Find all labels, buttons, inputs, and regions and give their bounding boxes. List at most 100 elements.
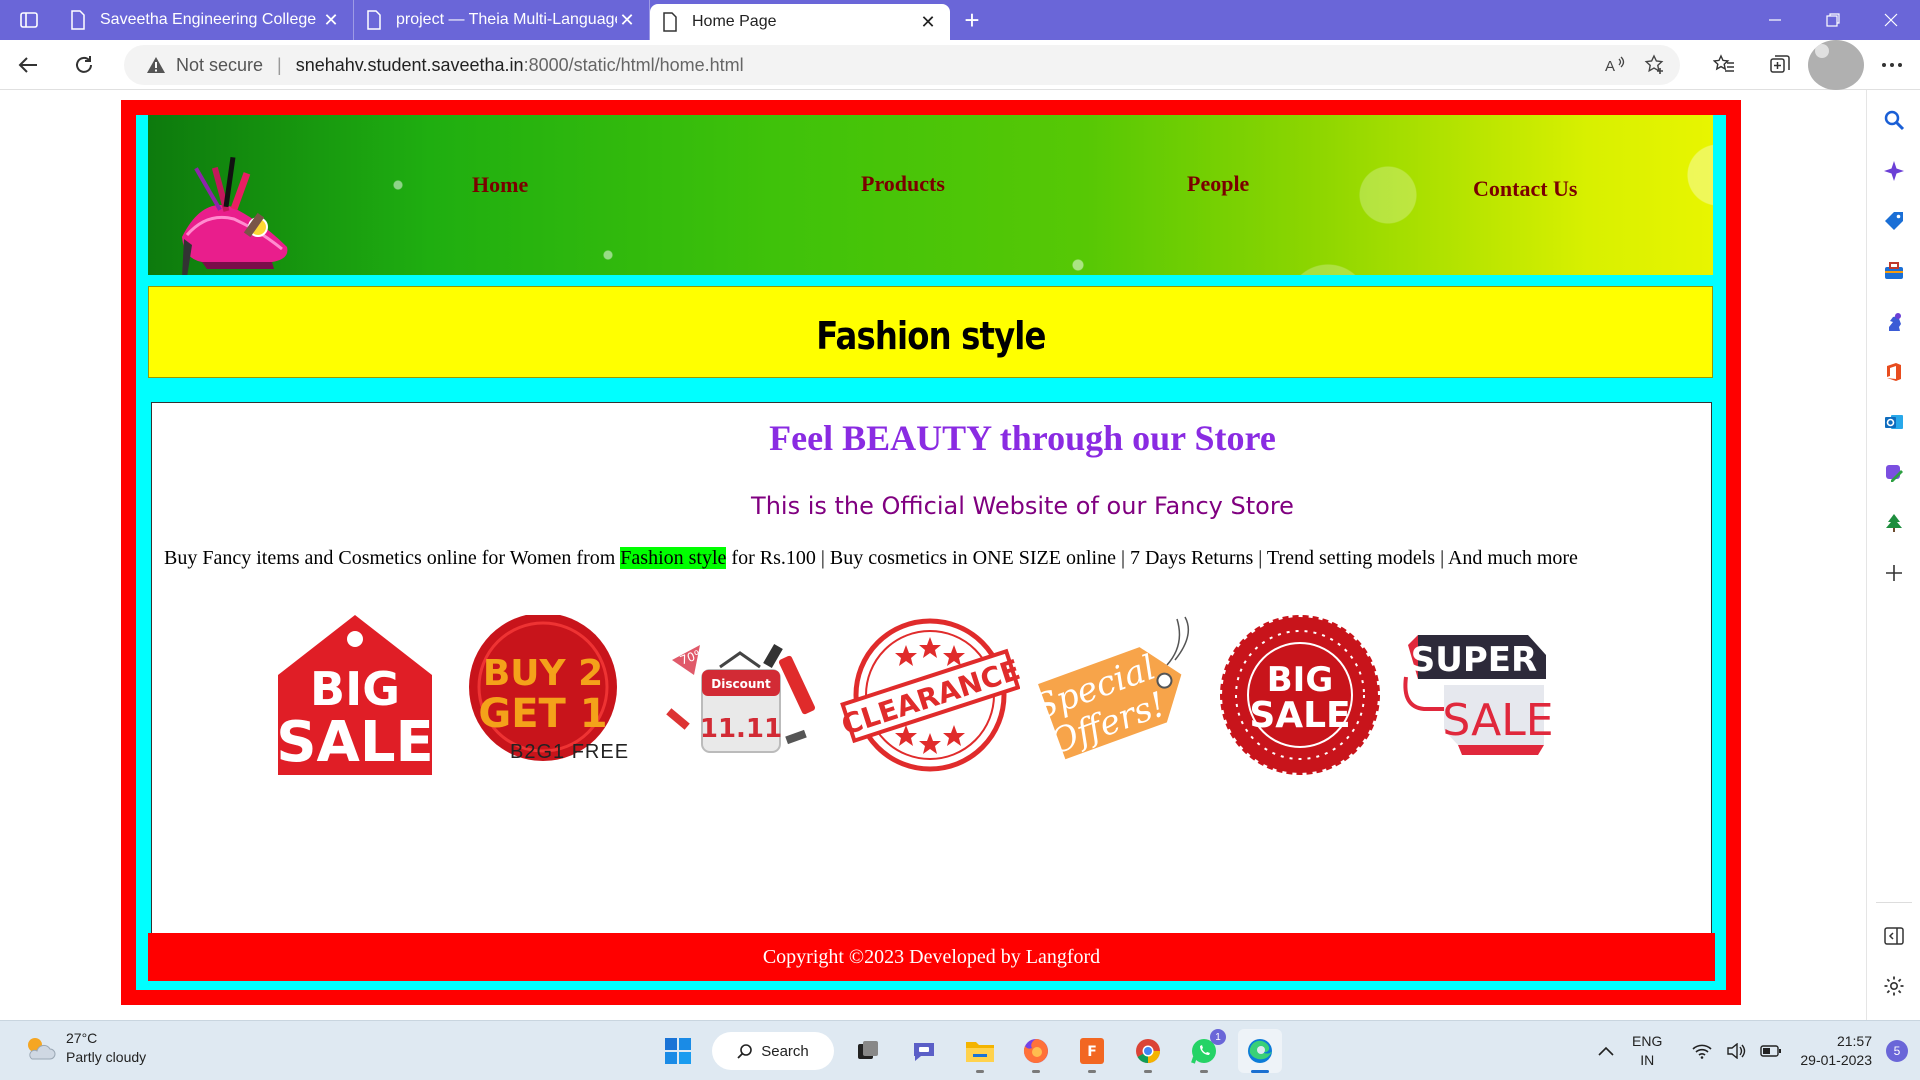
high-heel-logo	[182, 156, 288, 275]
notification-badge[interactable]: 5	[1886, 1040, 1908, 1062]
restore-button[interactable]	[1804, 0, 1862, 40]
language-indicator[interactable]: ENG IN	[1632, 1032, 1662, 1070]
sidebar-add-button[interactable]	[1876, 557, 1912, 589]
close-window-button[interactable]	[1862, 0, 1920, 40]
running-indicator	[976, 1070, 984, 1073]
site-header: Home Products People Contact Us	[148, 115, 1713, 275]
toolbar-buttons	[1696, 40, 1920, 90]
chevron-up-icon[interactable]	[1598, 1046, 1614, 1056]
back-button[interactable]	[0, 40, 56, 90]
sidebar-copilot-button[interactable]	[1876, 154, 1912, 186]
sidebar-search-button[interactable]	[1876, 104, 1912, 136]
refresh-button[interactable]	[56, 40, 112, 90]
start-button[interactable]	[656, 1029, 700, 1073]
tab-saveetha[interactable]: Saveetha Engineering College ✕	[58, 0, 354, 40]
nav-home-link[interactable]: Home	[472, 172, 528, 198]
windows-taskbar: 27°C Partly cloudy Search F 1 ENG IN 21:…	[0, 1020, 1920, 1080]
whatsapp-button[interactable]: 1	[1182, 1029, 1226, 1073]
settings-more-button[interactable]	[1864, 40, 1920, 90]
security-label[interactable]: Not secure	[176, 55, 263, 76]
close-icon	[1884, 13, 1898, 27]
sidebar-outlook-button[interactable]	[1876, 406, 1912, 438]
nav-products-link[interactable]: Products	[861, 171, 945, 197]
search-icon	[1884, 110, 1904, 131]
sidebar-office-button[interactable]	[1876, 356, 1912, 388]
weather-widget[interactable]: 27°C Partly cloudy	[22, 1029, 146, 1067]
task-view-button[interactable]	[846, 1029, 890, 1073]
sidebar-hide-button[interactable]	[1876, 919, 1912, 951]
tab-close-icon[interactable]: ✕	[918, 12, 938, 33]
weather-text: 27°C Partly cloudy	[66, 1029, 146, 1067]
collections-button[interactable]	[1752, 40, 1808, 90]
read-aloud-icon[interactable]: A	[1604, 54, 1626, 76]
favorites-icon	[1713, 54, 1734, 72]
firefox-button[interactable]	[1014, 1029, 1058, 1073]
fusion-button[interactable]: F	[1070, 1029, 1114, 1073]
nav-people-link[interactable]: People	[1187, 171, 1249, 197]
edge-button[interactable]	[1238, 1029, 1282, 1073]
file-explorer-button[interactable]	[958, 1029, 1002, 1073]
super-sale-tag-image: SUPER SALE	[1403, 635, 1554, 755]
discount-calendar-image: 70% Discount 11.11	[666, 643, 816, 753]
running-indicator	[1200, 1070, 1208, 1073]
sidebar-settings-button[interactable]	[1876, 970, 1912, 1002]
discount-date: 11.11	[700, 714, 782, 744]
b2g1-caption: B2G1 FREE	[510, 741, 630, 763]
more-icon	[1882, 63, 1902, 67]
clearance-stamp-image: CLEARANCE	[840, 618, 1020, 772]
clock[interactable]: 21:57 29-01-2023	[1800, 1032, 1872, 1070]
firefox-icon	[1023, 1039, 1048, 1063]
taskbar-search-label: Search	[761, 1042, 809, 1060]
tab-close-icon[interactable]: ✕	[321, 10, 341, 31]
subtitle-text: This is the Official Website of our Fanc…	[751, 492, 1294, 520]
tab-close-icon[interactable]: ✕	[617, 10, 637, 31]
new-tab-button[interactable]: +	[950, 0, 994, 40]
page-red-frame: Home Products People Contact Us Fashion …	[121, 100, 1741, 1005]
big-sale-seal-image: BIG SALE	[1220, 615, 1380, 775]
tree-icon	[1885, 513, 1902, 532]
sidebar-designer-button[interactable]	[1876, 456, 1912, 488]
sidebar-shopping-button[interactable]	[1876, 205, 1912, 237]
tab-actions-button[interactable]	[0, 0, 58, 40]
sidebar-games-button[interactable]	[1876, 305, 1912, 337]
outlook-icon	[1884, 415, 1903, 430]
chrome-button[interactable]	[1126, 1029, 1170, 1073]
big-sale-2-line2: SALE	[1249, 695, 1350, 736]
tab-theia[interactable]: project — Theia Multi-Language ✕	[354, 0, 650, 40]
search-icon	[737, 1044, 753, 1059]
chrome-icon	[1136, 1039, 1160, 1063]
system-tray: ENG IN 21:57 29-01-2023 5	[1598, 1021, 1920, 1080]
svg-text:F: F	[1087, 1044, 1097, 1060]
quick-settings[interactable]	[1692, 1043, 1782, 1059]
collections-icon	[1770, 55, 1790, 73]
nav-contact-link[interactable]: Contact Us	[1473, 176, 1578, 202]
address-bar-row: Not secure | snehahv.student.saveetha.in…	[0, 40, 1920, 90]
designer-icon	[1885, 464, 1903, 482]
volume-icon	[1727, 1043, 1746, 1059]
page-viewport: Home Products People Contact Us Fashion …	[0, 90, 1866, 1020]
favorites-button[interactable]	[1696, 40, 1752, 90]
tab-home-page[interactable]: Home Page ✕	[650, 4, 950, 40]
add-favorite-icon[interactable]	[1644, 54, 1666, 76]
url-bar[interactable]: Not secure | snehahv.student.saveetha.in…	[124, 45, 1680, 85]
sidebar-tree-button[interactable]	[1876, 507, 1912, 539]
active-indicator	[1251, 1070, 1269, 1073]
sidebar-collapse-icon	[1883, 926, 1904, 945]
profile-button[interactable]	[1808, 40, 1864, 90]
wifi-icon	[1692, 1044, 1712, 1059]
tray-icons	[1598, 1046, 1614, 1056]
minimize-button[interactable]	[1746, 0, 1804, 40]
url-path: :8000/static/html/home.html	[523, 54, 744, 75]
sparkle-icon	[1883, 160, 1904, 181]
edge-icon	[1248, 1039, 1272, 1063]
plus-icon	[1885, 565, 1902, 582]
back-arrow-icon	[18, 56, 37, 73]
b2g1-line1: BUY 2	[483, 653, 603, 694]
teams-chat-button[interactable]	[902, 1029, 946, 1073]
partly-cloudy-icon	[28, 1038, 56, 1060]
gear-icon	[1884, 976, 1903, 996]
running-indicator	[1088, 1070, 1096, 1073]
sidebar-tools-button[interactable]	[1876, 255, 1912, 287]
sidebar-divider	[1875, 902, 1912, 904]
taskbar-search[interactable]: Search	[712, 1032, 834, 1070]
